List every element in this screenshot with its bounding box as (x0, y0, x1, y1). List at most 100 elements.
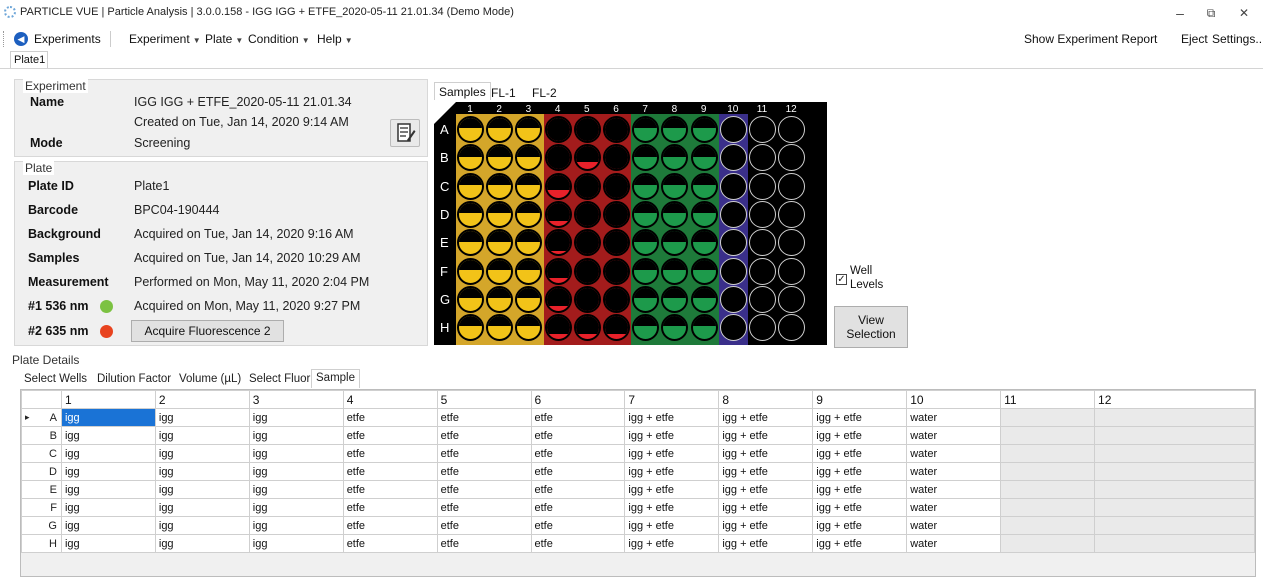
well[interactable] (603, 200, 630, 228)
menu-help[interactable]: Help ▼ (317, 32, 353, 46)
well[interactable] (603, 172, 630, 200)
table-cell[interactable]: etfe (342, 480, 438, 499)
show-report-button[interactable]: Show Experiment Report (1024, 32, 1157, 46)
row-header[interactable]: F (21, 498, 62, 517)
table-cell[interactable]: igg + etfe (624, 444, 720, 463)
column-header[interactable]: 10 (906, 390, 1002, 409)
row-header[interactable]: D (21, 462, 62, 481)
well[interactable] (603, 257, 630, 285)
well-plate-view[interactable]: 1 2 3 4 5 6 7 8 9 10 11 12 A B C D E F G H (434, 102, 827, 345)
well[interactable] (457, 200, 484, 228)
well[interactable] (573, 144, 601, 172)
table-cell[interactable] (1094, 480, 1255, 499)
well[interactable] (544, 116, 572, 143)
table-cell[interactable]: igg + etfe (812, 408, 908, 427)
well[interactable] (719, 116, 747, 143)
row-header[interactable]: H (21, 534, 62, 553)
column-header[interactable]: 6 (530, 390, 626, 409)
well[interactable] (778, 116, 806, 143)
well[interactable] (603, 314, 630, 342)
well[interactable] (749, 257, 776, 285)
row-header[interactable]: ▸ A (21, 408, 62, 427)
edit-notes-button[interactable] (390, 119, 420, 147)
table-cell[interactable]: igg (60, 534, 156, 553)
table-cell[interactable]: etfe (342, 516, 438, 535)
well[interactable] (515, 257, 543, 285)
table-cell[interactable]: igg (60, 444, 156, 463)
acquire-fluorescence-2-button[interactable]: Acquire Fluorescence 2 (131, 320, 284, 342)
table-cell[interactable] (1000, 408, 1096, 427)
column-header[interactable]: 11 (1000, 390, 1096, 409)
table-cell[interactable]: igg (154, 408, 250, 427)
column-header[interactable]: 8 (718, 390, 814, 409)
table-cell[interactable]: water (906, 408, 1002, 427)
table-cell[interactable]: igg + etfe (718, 480, 814, 499)
well[interactable] (603, 144, 630, 172)
table-cell[interactable]: igg + etfe (718, 462, 814, 481)
table-cell[interactable]: igg (154, 426, 250, 445)
table-cell[interactable]: igg + etfe (624, 462, 720, 481)
table-cell[interactable]: igg (154, 444, 250, 463)
restore-button[interactable]: ⧉ (1196, 4, 1226, 22)
table-cell[interactable]: igg + etfe (624, 498, 720, 517)
table-cell[interactable]: igg (248, 534, 344, 553)
table-cell[interactable]: etfe (342, 444, 438, 463)
table-cell[interactable]: igg + etfe (812, 534, 908, 553)
well[interactable] (486, 257, 514, 285)
well[interactable] (457, 314, 484, 342)
table-cell[interactable]: igg (154, 498, 250, 517)
table-cell[interactable]: water (906, 480, 1002, 499)
table-cell[interactable]: water (906, 462, 1002, 481)
well[interactable] (457, 257, 484, 285)
table-cell[interactable]: etfe (436, 534, 532, 553)
well[interactable] (690, 229, 718, 257)
column-header[interactable]: 2 (154, 390, 250, 409)
table-cell[interactable]: etfe (530, 408, 626, 427)
well[interactable] (719, 314, 747, 342)
tab-select-fluor[interactable]: Select Fluor (247, 370, 312, 389)
well[interactable] (749, 285, 776, 313)
table-cell[interactable] (1000, 462, 1096, 481)
well[interactable] (573, 314, 601, 342)
table-cell[interactable]: etfe (530, 534, 626, 553)
minimize-button[interactable]: – (1165, 4, 1195, 22)
eject-button[interactable]: Eject (1181, 32, 1208, 46)
menu-condition[interactable]: Condition ▼ (248, 32, 310, 46)
table-cell[interactable]: etfe (530, 444, 626, 463)
tab-samples[interactable]: Samples (434, 82, 491, 100)
sample-grid[interactable]: 1 2 3 4 5 6 7 8 9 10 11 12 ▸ Aigg igg igg etfe etfe etfe ig… (20, 389, 1256, 577)
well[interactable] (661, 257, 689, 285)
table-cell[interactable]: igg (60, 480, 156, 499)
column-header[interactable]: 9 (812, 390, 908, 409)
table-cell[interactable]: etfe (342, 408, 438, 427)
well[interactable] (515, 285, 543, 313)
well[interactable] (632, 285, 660, 313)
well[interactable] (690, 172, 718, 200)
well[interactable] (603, 229, 630, 257)
well[interactable] (749, 314, 776, 342)
well[interactable] (749, 200, 776, 228)
well[interactable] (778, 200, 806, 228)
row-header[interactable]: B (21, 426, 62, 445)
well[interactable] (719, 172, 747, 200)
well[interactable] (544, 314, 572, 342)
well[interactable] (719, 257, 747, 285)
well[interactable] (457, 285, 484, 313)
table-cell[interactable]: igg (248, 516, 344, 535)
well[interactable] (690, 314, 718, 342)
table-cell[interactable]: etfe (530, 426, 626, 445)
well[interactable] (778, 285, 806, 313)
well[interactable] (632, 200, 660, 228)
tab-volume[interactable]: Volume (µL) (177, 370, 243, 389)
table-cell[interactable] (1000, 444, 1096, 463)
well[interactable] (544, 144, 572, 172)
row-header[interactable]: G (21, 516, 62, 535)
table-cell[interactable]: igg (60, 426, 156, 445)
tab-sample[interactable]: Sample (311, 369, 360, 388)
table-cell[interactable] (1094, 516, 1255, 535)
table-cell[interactable]: etfe (436, 408, 532, 427)
well[interactable] (573, 229, 601, 257)
well[interactable] (486, 200, 514, 228)
table-cell[interactable]: water (906, 516, 1002, 535)
table-cell[interactable] (1094, 426, 1255, 445)
